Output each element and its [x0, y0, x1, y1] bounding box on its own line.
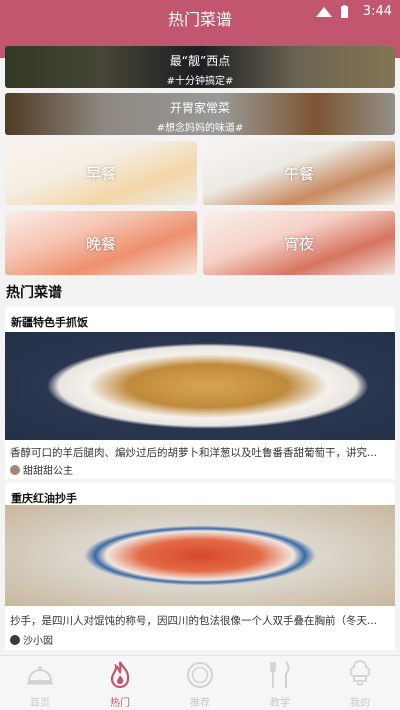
recipe-card[interactable]: 重庆红油抄手 抄手，是四川人对馄饨的称号，因四川的包法很像一个人双手叠在胸前（冬…: [5, 483, 395, 650]
nav-label: 我的: [350, 698, 370, 709]
meal-label: 午餐: [283, 165, 314, 183]
recipe-description: 抄手，是四川人对馄饨的称号，因四川的包法很像一个人双手叠在胸前（冬天...: [10, 615, 378, 627]
nav-label: 推荐: [190, 698, 210, 709]
recipe-card[interactable]: 新疆特色手抓饭 香醇可口的羊后腿肉、煸炒过后的胡萝卜和洋葱以及吐鲁番香甜葡萄干，…: [5, 307, 395, 479]
nav-hot[interactable]: 热门: [80, 656, 160, 710]
recipe-photo: [5, 332, 395, 440]
flame-icon: [110, 661, 130, 689]
recipe-photo: [5, 505, 395, 606]
avatar: [10, 635, 20, 645]
banner-subtitle: #想念妈妈的味道#: [156, 123, 244, 134]
meal-lunch-tile[interactable]: 午餐: [203, 141, 395, 205]
plate-icon: [187, 662, 213, 688]
nav-recommend[interactable]: 推荐: [160, 656, 240, 710]
meal-label: 宵夜: [283, 235, 314, 253]
recipe-author: 甜甜甜公主: [10, 462, 73, 477]
bottom-nav: 首页 热门 推荐 教学 我的: [0, 655, 400, 710]
meal-dinner-tile[interactable]: 晚餐: [5, 211, 197, 275]
nav-teaching[interactable]: 教学: [240, 656, 320, 710]
recipe-title: 重庆红油抄手: [11, 492, 77, 505]
nav-label: 热门: [110, 698, 130, 709]
meal-breakfast-tile[interactable]: 早餐: [5, 141, 197, 205]
author-name: 沙小囡: [23, 636, 53, 647]
nav-label: 教学: [270, 698, 290, 709]
nav-home[interactable]: 首页: [0, 656, 80, 710]
banner-title: 最“靓”西点: [169, 54, 231, 68]
cloche-icon: [27, 666, 53, 685]
nav-label: 首页: [30, 698, 50, 709]
meal-label: 早餐: [85, 165, 116, 183]
avatar: [10, 465, 20, 475]
page-title: 热门菜谱: [167, 10, 232, 29]
recipe-author: 沙小囡: [10, 632, 53, 647]
banner-subtitle: #十分钟搞定#: [166, 76, 234, 87]
banner-western-pastry[interactable]: 最“靓”西点 #十分钟搞定#: [5, 46, 395, 88]
nav-mine[interactable]: 我的: [320, 656, 400, 710]
meal-label: 晚餐: [85, 235, 116, 253]
recipe-title: 新疆特色手抓饭: [11, 316, 88, 329]
chef-hat-icon: [349, 660, 371, 686]
banner-title: 开胃家常菜: [169, 101, 230, 115]
utensils-icon: [270, 661, 290, 688]
recipe-description: 香醇可口的羊后腿肉、煸炒过后的胡萝卜和洋葱以及吐鲁番香甜葡萄干，讲究...: [10, 447, 378, 459]
banner-home-cooking[interactable]: 开胃家常菜 #想念妈妈的味道#: [5, 93, 395, 135]
section-title: 热门菜谱: [6, 285, 62, 301]
meal-latenight-tile[interactable]: 宵夜: [203, 211, 395, 275]
author-name: 甜甜甜公主: [23, 466, 73, 477]
